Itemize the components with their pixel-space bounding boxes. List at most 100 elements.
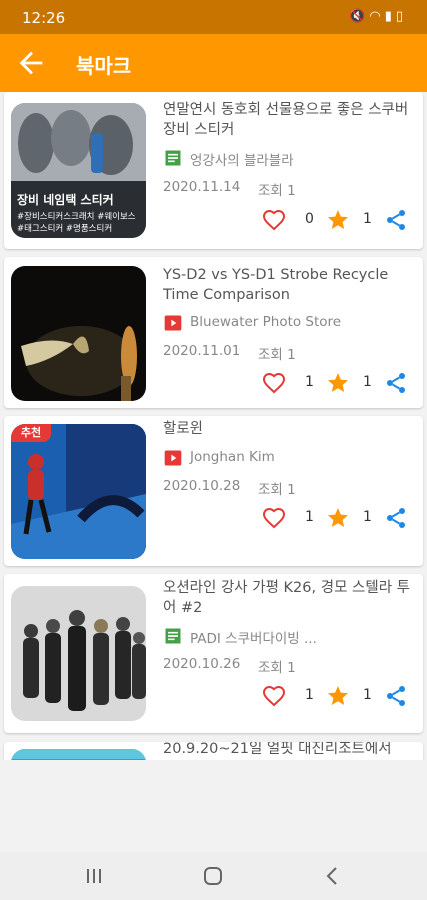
heart-icon: [262, 209, 286, 231]
blog-icon: [165, 628, 181, 644]
share-icon: [387, 373, 405, 393]
item-meta: 2020.11.01 조회 1: [163, 343, 418, 363]
item-title[interactable]: 오션라인 강사 가평 K26, 경모 스텔라 투어 #2: [163, 578, 418, 618]
star-icon: [328, 686, 348, 705]
heart-icon: [262, 685, 286, 707]
system-nav-bar: [0, 852, 427, 900]
item-meta: 2020.10.28 조회 1: [163, 478, 418, 498]
blog-icon: [165, 150, 181, 166]
star-button[interactable]: [326, 208, 350, 236]
recommend-badge: 추천: [11, 424, 51, 442]
item-title[interactable]: 연말연시 동호회 선물용으로 좋은 스쿠버 장비 스티커: [163, 100, 418, 140]
share-button[interactable]: [384, 684, 408, 712]
bookmark-card[interactable]: 20.9.20~21일 얼핏 대진리조트에서: [4, 742, 423, 760]
like-count: 1: [305, 687, 314, 703]
thumbnail-caption: 장비 네임택 스티커 #장비스티커스크래치 #웨이보스 #태그스티커 #명품스티…: [17, 191, 142, 235]
item-views: 조회 1: [258, 482, 296, 498]
thumbnail[interactable]: [11, 266, 146, 401]
status-icons: 🔇◠▮▯: [349, 9, 407, 24]
video-icon: [164, 450, 182, 466]
thumbnail-image: [11, 749, 146, 760]
item-meta: 2020.11.14 조회 1: [163, 179, 418, 199]
signal-icon: ▮: [384, 9, 396, 24]
share-icon: [387, 508, 405, 528]
star-count: 1: [363, 687, 372, 703]
app-bar: 북마크: [0, 34, 427, 92]
like-button[interactable]: [262, 506, 286, 534]
heart-icon: [262, 507, 286, 529]
item-date: 2020.11.01: [163, 343, 241, 359]
thumbnail-image: [11, 586, 146, 721]
star-button[interactable]: [326, 684, 350, 712]
recents-icon: [87, 869, 101, 883]
mute-icon: 🔇: [349, 9, 370, 24]
channel-name: Jonghan Kim: [190, 449, 275, 465]
item-channel: Jonghan Kim: [163, 448, 418, 468]
thumbnail-tags: #장비스티커스크래치 #웨이보스 #태그스티커 #명품스티커: [17, 212, 136, 234]
bookmark-card[interactable]: 장비 네임택 스티커 #장비스티커스크래치 #웨이보스 #태그스티커 #명품스티…: [4, 92, 423, 249]
thumbnail-image: [11, 424, 146, 559]
thumbnail[interactable]: 추천: [11, 424, 146, 559]
back-icon: [326, 867, 337, 885]
video-icon: [164, 315, 182, 331]
back-button[interactable]: [14, 46, 48, 80]
bookmark-card[interactable]: 추천 할로윈 Jonghan Kim 2020.10.28 조회 1 1 1: [4, 416, 423, 566]
item-title[interactable]: 20.9.20~21일 얼핏 대진리조트에서: [163, 742, 418, 759]
item-views: 조회 1: [258, 183, 296, 199]
item-views: 조회 1: [258, 660, 296, 676]
item-actions: 1 1: [262, 684, 420, 708]
like-count: 1: [305, 374, 314, 390]
status-time: 12:26: [22, 9, 66, 27]
thumbnail[interactable]: 장비 네임택 스티커 #장비스티커스크래치 #웨이보스 #태그스티커 #명품스티…: [11, 103, 146, 238]
star-count: 1: [363, 509, 372, 525]
item-views: 조회 1: [258, 347, 296, 363]
item-date: 2020.10.28: [163, 478, 241, 494]
channel-name: Bluewater Photo Store: [190, 314, 342, 330]
page-title: 북마크: [76, 54, 132, 78]
thumbnail[interactable]: [11, 586, 146, 721]
star-icon: [328, 210, 348, 229]
item-date: 2020.11.14: [163, 179, 241, 195]
like-button[interactable]: [262, 371, 286, 399]
like-button[interactable]: [262, 684, 286, 712]
thumbnail-image: [11, 266, 146, 401]
home-icon: [204, 867, 222, 885]
share-button[interactable]: [384, 371, 408, 399]
share-icon: [387, 686, 405, 706]
like-count: 1: [305, 509, 314, 525]
item-actions: 0 1: [262, 208, 420, 232]
like-button[interactable]: [262, 208, 286, 236]
item-title[interactable]: YS-D2 vs YS-D1 Strobe Recycle Time Compa…: [163, 265, 418, 305]
star-count: 1: [363, 211, 372, 227]
share-icon: [387, 210, 405, 230]
item-actions: 1 1: [262, 506, 420, 530]
star-count: 1: [363, 374, 372, 390]
thumbnail-title: 장비 네임택 스티커: [17, 193, 114, 207]
item-channel: PADI 스쿠버다이빙 ...: [163, 626, 418, 647]
bookmark-card[interactable]: 오션라인 강사 가평 K26, 경모 스텔라 투어 #2 PADI 스쿠버다이빙…: [4, 574, 423, 733]
nav-back-button[interactable]: [321, 864, 345, 888]
share-button[interactable]: [384, 506, 408, 534]
channel-name: PADI 스쿠버다이빙 ...: [190, 631, 317, 647]
battery-icon: ▯: [395, 9, 407, 24]
like-count: 0: [305, 211, 314, 227]
status-bar: 12:26 🔇◠▮▯: [0, 0, 427, 34]
bookmark-list[interactable]: 장비 네임택 스티커 #장비스티커스크래치 #웨이보스 #태그스티커 #명품스티…: [0, 92, 427, 760]
item-date: 2020.10.26: [163, 656, 241, 672]
wifi-icon: ◠: [369, 9, 385, 24]
item-meta: 2020.10.26 조회 1: [163, 656, 418, 676]
recents-button[interactable]: [82, 864, 106, 888]
item-channel: 엉강사의 블라블라: [163, 148, 418, 169]
star-icon: [328, 373, 348, 392]
star-button[interactable]: [326, 506, 350, 534]
item-channel: Bluewater Photo Store: [163, 313, 418, 333]
thumbnail[interactable]: [11, 749, 146, 760]
item-actions: 1 1: [262, 371, 420, 395]
share-button[interactable]: [384, 208, 408, 236]
home-button[interactable]: [201, 864, 225, 888]
bookmark-card[interactable]: YS-D2 vs YS-D1 Strobe Recycle Time Compa…: [4, 257, 423, 408]
item-title[interactable]: 할로윈: [163, 419, 418, 439]
channel-name: 엉강사의 블라블라: [190, 153, 294, 169]
star-button[interactable]: [326, 371, 350, 399]
heart-icon: [262, 372, 286, 394]
